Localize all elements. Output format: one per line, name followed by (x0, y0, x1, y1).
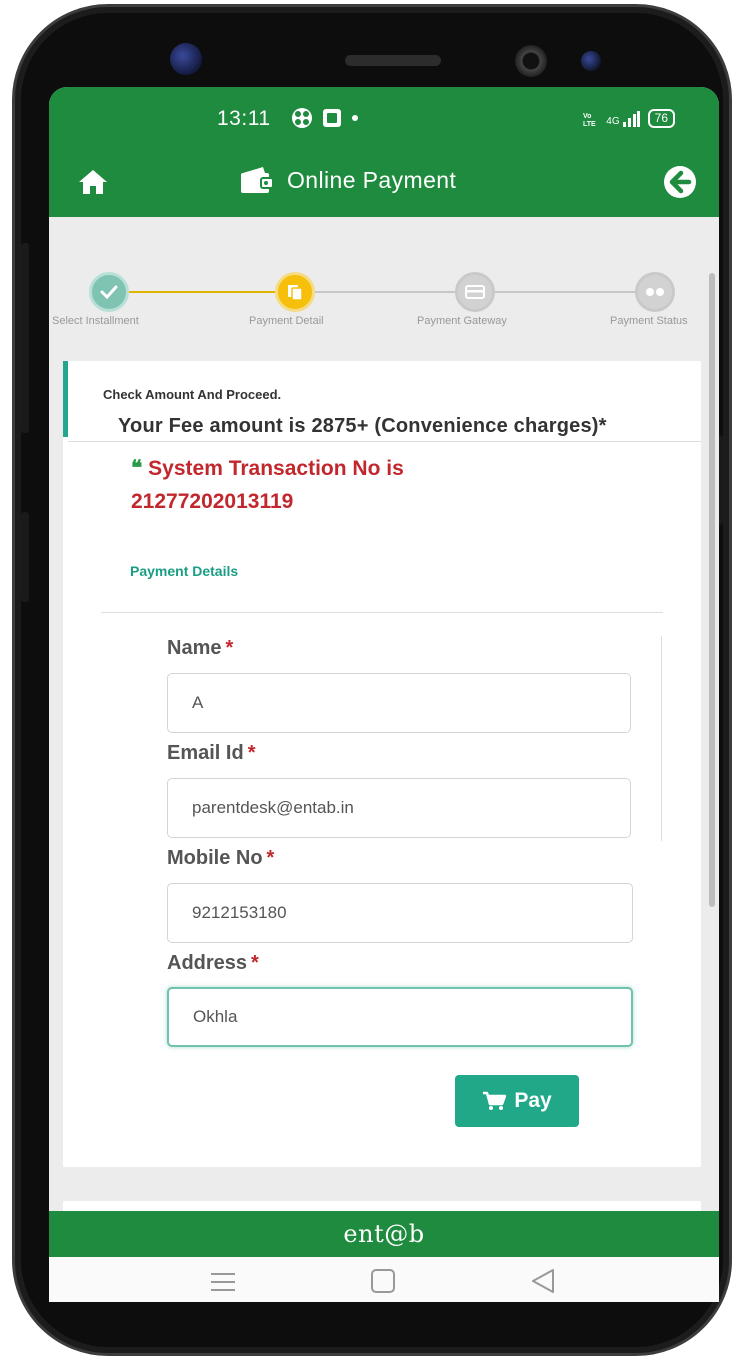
step-connector (315, 291, 455, 293)
payment-card: Check Amount And Proceed. Your Fee amoun… (63, 361, 701, 1167)
name-input[interactable] (167, 673, 631, 733)
mobile-input[interactable] (167, 883, 633, 943)
scrollbar[interactable] (709, 273, 715, 907)
status-icons-left (291, 107, 359, 129)
required-mark: * (266, 847, 275, 869)
mobile-label: Mobile No * (167, 847, 274, 870)
app-footer: ent@b (49, 1211, 719, 1257)
shopping-cart-icon (483, 1091, 507, 1110)
gallery-icon (323, 109, 341, 127)
divider (101, 612, 663, 613)
transaction-number: ❝ System Transaction No is 2127720201311… (131, 451, 551, 518)
required-mark: * (225, 637, 234, 659)
nav-back-icon[interactable] (529, 1267, 557, 1295)
step-label: Payment Gateway (417, 315, 507, 327)
check-amount-text: Check Amount And Proceed. (103, 387, 282, 402)
pay-button[interactable]: Pay (455, 1075, 579, 1127)
dot-icon (352, 115, 358, 121)
email-input[interactable] (167, 778, 631, 838)
required-mark: * (251, 952, 259, 974)
signal-icon: 4G (606, 110, 640, 127)
pay-button-label: Pay (514, 1089, 552, 1112)
status-time: 13:11 (217, 107, 271, 130)
status-dots-icon (646, 288, 664, 296)
front-camera-icon (515, 45, 547, 77)
form-border (661, 636, 662, 841)
app-screen: 13:11 Vo LTE 4G 76 Online Payment Select… (49, 87, 719, 1302)
quote-icon: ❝ (131, 455, 143, 480)
app-notification-icon (292, 108, 312, 128)
step-label: Select Installment (52, 315, 139, 327)
android-nav-bar (49, 1257, 719, 1302)
svg-text:Vo: Vo (583, 113, 591, 120)
step-payment-gateway[interactable] (455, 272, 495, 312)
back-arrow-circle-icon[interactable] (663, 165, 697, 199)
earpiece-speaker (345, 55, 441, 66)
transaction-value: 21277202013119 (131, 490, 294, 513)
address-input[interactable] (167, 987, 633, 1047)
step-connector (129, 291, 277, 293)
battery-icon: 76 (647, 109, 675, 128)
required-mark: * (247, 742, 256, 764)
step-payment-detail[interactable] (275, 272, 315, 312)
svg-text:LTE: LTE (583, 121, 596, 127)
wallet-icon (241, 167, 274, 193)
payment-details-heading: Payment Details (130, 563, 239, 579)
recent-apps-icon[interactable] (209, 1271, 237, 1293)
divider (68, 441, 701, 442)
step-label: Payment Detail (249, 315, 324, 327)
step-connector (495, 291, 635, 293)
credit-card-icon (465, 285, 485, 299)
header-title-group: Online Payment (239, 165, 456, 195)
app-header: Online Payment (49, 149, 719, 217)
fee-amount-text: Your Fee amount is 2875+ (Convenience ch… (118, 415, 607, 437)
front-sensor-icon (170, 43, 202, 75)
volume-button (21, 243, 29, 433)
status-icons-right: Vo LTE 4G 76 (582, 109, 675, 128)
side-button (21, 512, 29, 602)
document-icon (288, 285, 303, 301)
entab-logo: ent@b (343, 1220, 425, 1248)
notice-accent-bar (63, 361, 68, 437)
proximity-sensor-icon (581, 51, 601, 71)
address-label: Address * (167, 952, 259, 975)
name-label: Name * (167, 637, 233, 660)
mobile-label-text: Mobile No (167, 847, 263, 869)
checkmark-icon (100, 285, 118, 299)
volte-icon: Vo LTE (583, 113, 596, 127)
step-label: Payment Status (610, 315, 688, 327)
transaction-prefix: System Transaction No is (148, 457, 404, 480)
payment-stepper: Select Installment Payment Detail Paymen… (49, 217, 719, 337)
phone-frame: 13:11 Vo LTE 4G 76 Online Payment Select… (12, 4, 732, 1356)
page-title: Online Payment (287, 166, 457, 193)
address-label-text: Address (167, 952, 248, 974)
step-select-installment[interactable] (89, 272, 129, 312)
status-bar: 13:11 Vo LTE 4G 76 (49, 87, 719, 149)
nav-home-icon[interactable] (371, 1269, 395, 1293)
home-icon[interactable] (77, 168, 109, 196)
email-label-text: Email Id (167, 742, 244, 764)
email-label: Email Id * (167, 742, 256, 765)
step-payment-status[interactable] (635, 272, 675, 312)
network-type: 4G (606, 115, 620, 127)
name-label-text: Name (167, 637, 222, 659)
